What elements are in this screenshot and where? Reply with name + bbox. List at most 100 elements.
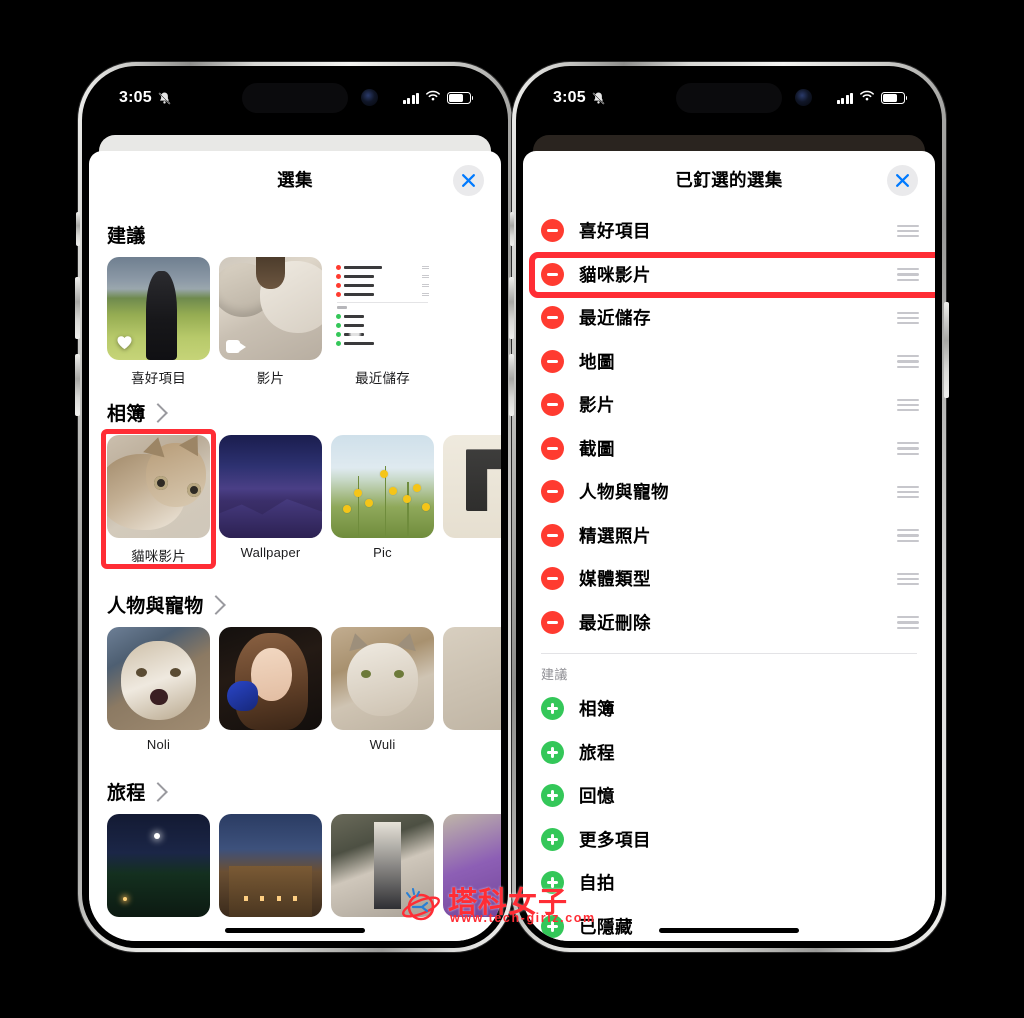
home-indicator[interactable]: [659, 928, 799, 933]
drag-handle-icon[interactable]: [897, 485, 919, 499]
remove-icon[interactable]: [541, 567, 564, 591]
collection-card-trip-4[interactable]: [443, 814, 501, 917]
left-phone-screen: 3:05 選集 建議 喜好項目 影片 最近儲存 相簿 貓咪影片 Wallpape…: [89, 73, 501, 941]
remove-icon[interactable]: [541, 349, 564, 373]
pinned-row-screenshots[interactable]: 截圖: [523, 427, 935, 471]
left-phone-mockup: 3:05 選集 建議 喜好項目 影片 最近儲存 相簿 貓咪影片 Wallpape…: [75, 62, 515, 952]
suggested-row-more[interactable]: 更多項目: [523, 818, 935, 862]
collections-sheet: 選集 建議 喜好項目 影片 最近儲存 相簿 貓咪影片 Wallpaper Pic…: [89, 151, 501, 941]
remove-icon[interactable]: [541, 219, 564, 243]
pinned-row-featured-photos[interactable]: 精選照片: [523, 514, 935, 558]
remove-icon[interactable]: [541, 393, 564, 417]
section-title: 建議: [107, 226, 146, 247]
suggested-label: 旅程: [579, 742, 615, 763]
home-indicator[interactable]: [225, 928, 365, 933]
collection-card-wuli[interactable]: Wuli: [331, 627, 434, 752]
volume-down-button[interactable]: [509, 354, 514, 416]
collection-card-trip-3[interactable]: [331, 814, 434, 917]
pinned-collections-list[interactable]: 喜好項目 貓咪影片 最近儲存 地圖 影片 截圖 人物與寵物 精選照片 媒體類型 …: [523, 209, 935, 941]
collection-card-trip-2[interactable]: [219, 814, 322, 917]
pinned-label: 截圖: [579, 438, 615, 459]
add-icon[interactable]: [541, 740, 564, 764]
pinned-row-cat-videos[interactable]: 貓咪影片: [523, 251, 935, 298]
collections-gallery[interactable]: 建議 喜好項目 影片 最近儲存 相簿 貓咪影片 Wallpaper Pic 人物…: [89, 209, 501, 941]
collection-card-partial[interactable]: [443, 627, 501, 752]
drag-handle-icon[interactable]: [897, 311, 919, 325]
thumbnail: [219, 814, 322, 917]
pinned-row-map[interactable]: 地圖: [523, 340, 935, 384]
close-button[interactable]: [887, 165, 918, 196]
collection-label: Pic: [373, 545, 392, 560]
collection-card-person[interactable]: [219, 627, 322, 752]
collection-card-cat-videos[interactable]: 貓咪影片: [101, 429, 216, 569]
section-header-suggested: 建議: [541, 667, 568, 682]
collection-card-favorites[interactable]: 喜好項目: [107, 257, 210, 387]
volume-up-button[interactable]: [75, 277, 80, 339]
suggested-row-albums[interactable]: 相簿: [523, 687, 935, 731]
drag-handle-icon[interactable]: [897, 572, 919, 586]
pinned-label: 最近刪除: [579, 612, 651, 633]
silent-switch[interactable]: [76, 212, 80, 246]
drag-handle-icon[interactable]: [897, 355, 919, 368]
collection-card-trip-1[interactable]: [107, 814, 210, 917]
suggested-row-selfies[interactable]: 自拍: [523, 861, 935, 905]
section-header-people-pets[interactable]: 人物與寵物: [89, 591, 501, 618]
remove-icon[interactable]: [541, 523, 564, 547]
drag-handle-icon[interactable]: [897, 442, 919, 455]
pinned-row-people-pets[interactable]: 人物與寵物: [523, 470, 935, 514]
pinned-label: 地圖: [579, 351, 615, 372]
power-button[interactable]: [944, 302, 949, 398]
suggested-label: 已隱藏: [579, 916, 633, 937]
drag-handle-icon[interactable]: [897, 268, 919, 281]
chevron-right-icon: [205, 595, 226, 615]
drag-handle-icon[interactable]: [897, 616, 919, 629]
remove-icon[interactable]: [541, 610, 564, 634]
pinned-label: 喜好項目: [579, 221, 651, 242]
collection-card-videos[interactable]: 影片: [219, 257, 322, 387]
drag-handle-icon[interactable]: [897, 398, 919, 412]
remove-icon[interactable]: [541, 480, 564, 504]
pinned-row-media-types[interactable]: 媒體類型: [523, 557, 935, 601]
add-icon[interactable]: [541, 914, 564, 938]
volume-up-button[interactable]: [509, 277, 514, 339]
section-header-trips[interactable]: 旅程: [89, 778, 501, 805]
collection-card-pic[interactable]: Pic: [331, 435, 434, 565]
add-icon[interactable]: [541, 697, 564, 721]
collection-label: Wuli: [369, 737, 396, 752]
pinned-collections-sheet: 已釘選的選集 喜好項目 貓咪影片 最近儲存 地圖 影片 截圖 人物與寵物 精選照…: [523, 151, 935, 941]
section-title: 旅程: [107, 783, 146, 804]
suggested-label: 更多項目: [579, 829, 651, 850]
drag-handle-icon[interactable]: [897, 224, 919, 238]
volume-down-button[interactable]: [75, 354, 80, 416]
collection-label: 最近儲存: [355, 371, 410, 386]
remove-icon[interactable]: [541, 306, 564, 330]
add-icon[interactable]: [541, 784, 564, 808]
pinned-row-favorites[interactable]: 喜好項目: [523, 209, 935, 253]
suggested-row-memories[interactable]: 回憶: [523, 774, 935, 818]
collection-label: Wallpaper: [240, 545, 301, 560]
suggested-row-hidden[interactable]: 已隱藏: [523, 905, 935, 942]
chevron-right-icon: [147, 403, 168, 423]
add-icon[interactable]: [541, 871, 564, 895]
add-icon[interactable]: [541, 827, 564, 851]
collection-card-partial[interactable]: [443, 435, 501, 565]
thumbnail: [219, 627, 322, 730]
thumbnail: [331, 814, 434, 917]
section-header-albums[interactable]: 相簿: [89, 399, 501, 426]
silent-switch[interactable]: [510, 212, 514, 246]
suggested-row-trips[interactable]: 旅程: [523, 731, 935, 775]
collection-card-wallpaper[interactable]: Wallpaper: [219, 435, 322, 565]
pinned-row-videos[interactable]: 影片: [523, 383, 935, 427]
section-row-trips: [89, 814, 501, 917]
collection-card-recently-saved[interactable]: 最近儲存: [331, 257, 434, 387]
thumbnail: [107, 627, 210, 730]
collection-label: 喜好項目: [131, 371, 186, 386]
pinned-row-recently-saved[interactable]: 最近儲存: [523, 296, 935, 340]
remove-icon[interactable]: [541, 262, 564, 286]
pinned-row-recently-deleted[interactable]: 最近刪除: [523, 601, 935, 645]
drag-handle-icon[interactable]: [897, 529, 919, 542]
sheet-header: 已釘選的選集: [523, 151, 935, 209]
close-button[interactable]: [453, 165, 484, 196]
remove-icon[interactable]: [541, 436, 564, 460]
collection-card-noli[interactable]: Noli: [107, 627, 210, 752]
